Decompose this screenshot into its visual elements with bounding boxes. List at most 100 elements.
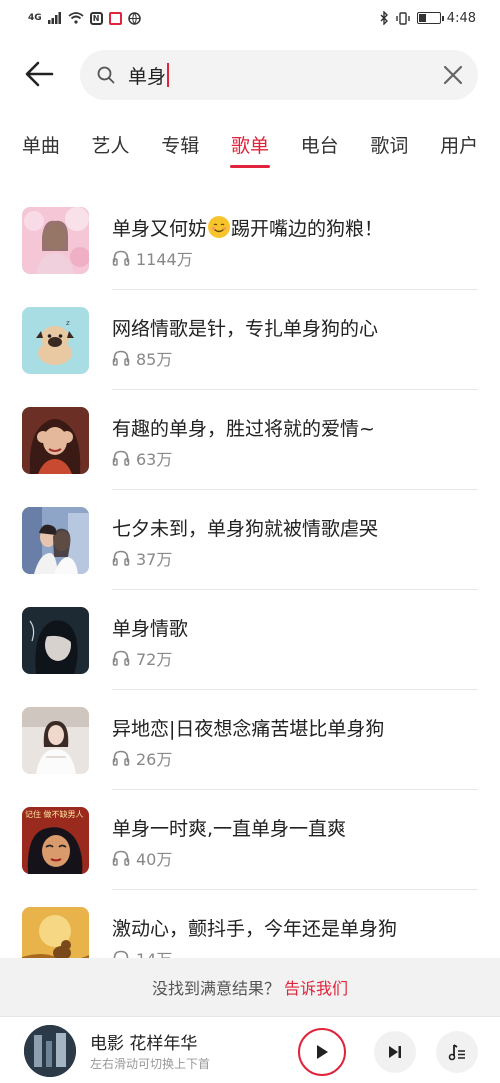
vibrate-icon (396, 11, 410, 25)
playlist-title: 网络情歌是针，专扎单身狗的心 (112, 318, 379, 340)
search-icon (97, 66, 115, 84)
battery-icon (416, 12, 444, 24)
headphones-icon (112, 550, 130, 566)
playlist-list: 单身又何妨 踢开嘴边的狗粮！ 1144万 z 网络情歌是针，专扎单身狗的心 85万 (0, 190, 500, 990)
mini-player[interactable]: 电影 花样年华 左右滑动可切换上下首 (0, 1016, 500, 1083)
cover-art-icon (22, 407, 89, 474)
play-count-value: 85万 (136, 350, 173, 369)
playlist-title: 单身又何妨 踢开嘴边的狗粮！ (112, 214, 383, 241)
playlist-cover (22, 607, 89, 674)
list-item[interactable]: 有趣的单身，胜过将就的爱情~ 63万 (0, 390, 500, 490)
globe-icon (127, 11, 141, 25)
playlist-queue-button[interactable] (436, 1031, 478, 1073)
tab-lyrics[interactable]: 歌词 (368, 128, 410, 172)
feedback-text: 没找到满意结果？ (151, 979, 280, 998)
cover-art-icon (22, 207, 89, 274)
headphones-icon (112, 350, 130, 366)
playlist-title: 七夕未到，单身狗就被情歌虐哭 (112, 518, 379, 540)
playlist-title: 单身情歌 (112, 618, 189, 640)
list-item[interactable]: 七夕未到，单身狗就被情歌虐哭 37万 (0, 490, 500, 590)
play-count-value: 72万 (136, 650, 173, 669)
status-right: 4:48 (380, 11, 476, 26)
headphones-icon (112, 650, 130, 666)
now-playing-hint: 左右滑动可切换上下首 (90, 1057, 211, 1071)
now-playing-cover[interactable] (24, 1025, 76, 1077)
arrow-left-icon (25, 61, 54, 87)
play-count-value: 37万 (136, 550, 173, 569)
play-count: 63万 (112, 446, 172, 470)
play-count: 72万 (112, 646, 172, 670)
playlist-title: 有趣的单身，胜过将就的爱情~ (112, 418, 375, 440)
tab-radio[interactable]: 电台 (299, 128, 341, 172)
playlist-title: 激动心，颤抖手，今年还是单身狗 (112, 918, 398, 940)
tab-songs[interactable]: 单曲 (20, 128, 62, 172)
feedback-link[interactable]: 告诉我们 (284, 975, 348, 999)
tab-playlists[interactable]: 歌单 (229, 128, 271, 172)
play-count: 26万 (112, 746, 172, 770)
play-count-value: 26万 (136, 750, 173, 769)
play-count-value: 63万 (136, 450, 173, 469)
playlist-cover: z (22, 307, 89, 374)
cover-art-icon (22, 707, 89, 774)
wifi-icon (68, 12, 84, 24)
playlist-cover (22, 707, 89, 774)
back-button[interactable] (22, 56, 58, 92)
text-cursor (167, 63, 170, 87)
album-art-icon (24, 1025, 76, 1077)
status-bar: 4G N 4:48 (0, 0, 500, 36)
playlist-cover (22, 407, 89, 474)
tab-albums[interactable]: 专辑 (159, 128, 201, 172)
cartoon-princess-icon: 记住 做不缺男人 (22, 807, 89, 874)
play-icon (317, 1045, 328, 1059)
headphones-icon (112, 750, 130, 766)
play-count: 37万 (112, 546, 172, 570)
playlist-title: 单身一时爽,一直单身一直爽 (112, 818, 347, 840)
headphones-icon (112, 450, 130, 466)
search-query: 单身 (128, 65, 167, 88)
status-left: 4G N (28, 11, 141, 25)
list-item[interactable]: 记住 做不缺男人 单身一时爽,一直单身一直爽 40万 (0, 790, 500, 890)
list-item[interactable]: 异地恋|日夜想念痛苦堪比单身狗 26万 (0, 690, 500, 790)
svg-text:z: z (66, 319, 70, 327)
play-count: 1144万 (112, 246, 193, 270)
search-box[interactable]: 单身 (80, 50, 478, 100)
queue-music-icon (448, 1044, 465, 1061)
pug-dog-icon: z (22, 307, 89, 374)
play-count: 85万 (112, 346, 172, 370)
play-count-value: 40万 (136, 850, 173, 869)
headphones-icon (112, 850, 130, 866)
feedback-bar: 没找到满意结果？ 告诉我们 (0, 958, 500, 1016)
headphones-icon (112, 250, 130, 266)
signal-bars-icon (47, 12, 61, 24)
play-count: 40万 (112, 846, 172, 870)
smiling-face-emoji-icon (208, 216, 231, 238)
playlist-title-text: 单身又何妨 (112, 218, 208, 240)
list-item[interactable]: z 网络情歌是针，专扎单身狗的心 85万 (0, 290, 500, 390)
play-button[interactable] (298, 1028, 346, 1076)
app-notification-icon (108, 11, 122, 25)
playlist-title-text: 踢开嘴边的狗粮！ (231, 218, 384, 240)
clock: 4:48 (446, 10, 476, 26)
playlist-cover (22, 207, 89, 274)
tab-users[interactable]: 用户 (438, 128, 480, 172)
cover-art-icon (22, 507, 89, 574)
list-item[interactable]: 单身情歌 72万 (0, 590, 500, 690)
nfc-icon: N (89, 11, 103, 25)
search-input[interactable]: 单身 (128, 62, 170, 88)
cover-art-icon (22, 607, 89, 674)
list-item[interactable]: 单身又何妨 踢开嘴边的狗粮！ 1144万 (0, 190, 500, 290)
play-count-value: 1144万 (136, 250, 193, 269)
bluetooth-icon (380, 11, 388, 25)
cellular-signal-icon: 4G (28, 13, 42, 23)
skip-next-icon (389, 1046, 401, 1058)
playlist-title: 异地恋|日夜想念痛苦堪比单身狗 (112, 718, 385, 740)
next-track-button[interactable] (374, 1031, 416, 1073)
search-header: 单身 (0, 44, 500, 106)
now-playing-title: 电影 花样年华 (90, 1034, 198, 1054)
battery-level (418, 14, 426, 22)
clear-icon[interactable] (442, 64, 464, 86)
cover-caption: 记住 做不缺男人 (25, 809, 84, 819)
tab-artists[interactable]: 艺人 (90, 128, 132, 172)
result-tabs: 单曲 艺人 专辑 歌单 电台 歌词 用户 (0, 128, 500, 172)
playlist-cover (22, 507, 89, 574)
